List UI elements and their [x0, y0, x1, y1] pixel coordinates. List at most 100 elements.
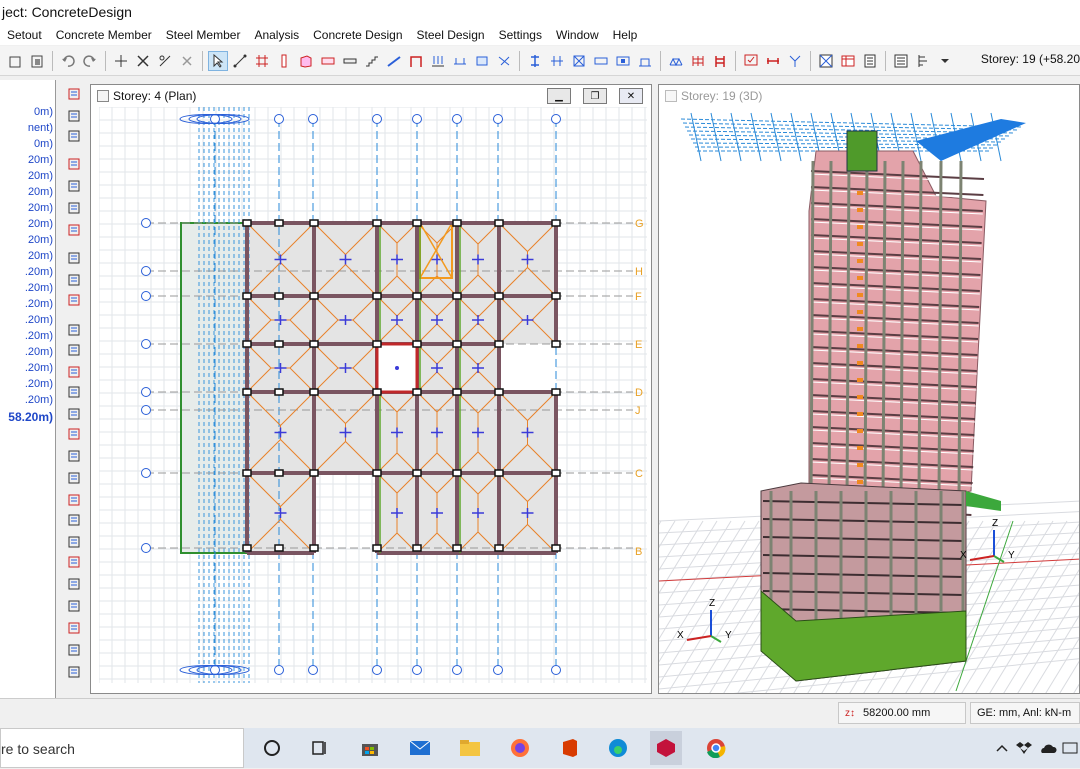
wall-icon[interactable]	[296, 51, 316, 71]
more-dropdown-icon[interactable]	[494, 51, 514, 71]
menu-concrete-member[interactable]: Concrete Member	[49, 28, 159, 42]
file-explorer-icon[interactable]	[456, 734, 484, 762]
slab-icon[interactable]	[318, 51, 338, 71]
storey-tree-item[interactable]: 20m)	[28, 154, 53, 166]
snap-icon[interactable]	[64, 248, 84, 268]
office-icon[interactable]	[556, 734, 584, 762]
menu-analysis[interactable]: Analysis	[247, 28, 306, 42]
column-icon[interactable]	[274, 51, 294, 71]
member-list-icon[interactable]	[64, 340, 84, 360]
align-icon[interactable]	[525, 51, 545, 71]
3d-view-canvas[interactable]: Z X Y Z X Y	[659, 107, 1080, 694]
network-icon[interactable]	[1056, 734, 1080, 762]
restore-button[interactable]: ❐	[583, 88, 607, 104]
layers-icon[interactable]	[64, 270, 84, 290]
storey-tree-item[interactable]: 20m)	[28, 234, 53, 246]
load-icon[interactable]	[428, 51, 448, 71]
pointer-select-icon[interactable]	[208, 50, 228, 71]
menu-help[interactable]: Help	[606, 28, 645, 42]
list-icon[interactable]	[891, 51, 911, 71]
chevron-down-icon[interactable]	[935, 51, 955, 71]
minimize-button[interactable]: ▁	[547, 88, 571, 104]
column-design-icon[interactable]	[785, 51, 805, 71]
storey-tree-item[interactable]: 58.20m)	[8, 410, 53, 424]
chrome-icon[interactable]	[702, 734, 730, 762]
section-icon[interactable]	[591, 51, 611, 71]
edge-icon[interactable]	[604, 734, 632, 762]
storey-tree-item[interactable]: .20m)	[25, 282, 53, 294]
storey-tree-item[interactable]: 0m)	[34, 138, 53, 150]
report-icon[interactable]	[860, 51, 880, 71]
grid-icon[interactable]	[252, 51, 272, 71]
line-icon[interactable]	[230, 51, 250, 71]
member-list-icon[interactable]	[64, 662, 84, 682]
mail-icon[interactable]	[406, 734, 434, 762]
pencil-icon[interactable]	[64, 84, 84, 104]
storey-tree-item[interactable]: .20m)	[25, 394, 53, 406]
task-view-icon[interactable]	[306, 734, 334, 762]
menu-settings[interactable]: Settings	[492, 28, 549, 42]
building-frame-icon[interactable]	[710, 51, 730, 71]
storey-tree-item[interactable]: .20m)	[25, 378, 53, 390]
mirror-icon[interactable]	[547, 51, 567, 71]
zoom-extents-icon[interactable]	[64, 198, 84, 218]
storey-tree-item[interactable]: .20m)	[25, 314, 53, 326]
menu-steel-member[interactable]: Steel Member	[159, 28, 248, 42]
member-list-icon[interactable]	[64, 640, 84, 660]
menu-concrete-design[interactable]: Concrete Design	[306, 28, 409, 42]
storey-tree-item[interactable]: 20m)	[28, 202, 53, 214]
foundation-icon[interactable]	[450, 51, 470, 71]
storey-tree-item[interactable]: 0m)	[34, 106, 53, 118]
zoom-window-icon[interactable]	[64, 154, 84, 174]
member-list-icon[interactable]	[64, 490, 84, 510]
frame-icon[interactable]	[406, 51, 426, 71]
zoom-rotate-icon[interactable]	[64, 176, 84, 196]
close-button[interactable]: ✕	[619, 88, 643, 104]
storey-tree-item[interactable]: 20m)	[28, 170, 53, 182]
member-list-icon[interactable]	[64, 574, 84, 594]
member-list-icon[interactable]	[64, 596, 84, 616]
table-icon[interactable]	[838, 51, 858, 71]
cortana-icon[interactable]	[258, 734, 286, 762]
storey-tree-item[interactable]: .20m)	[25, 346, 53, 358]
storey-select-icon[interactable]	[913, 51, 933, 71]
paste-icon[interactable]	[27, 51, 47, 71]
storey-tree-item[interactable]: 20m)	[28, 218, 53, 230]
storey-tree-item[interactable]: .20m)	[25, 362, 53, 374]
trim-icon[interactable]	[155, 51, 175, 71]
beam-design-icon[interactable]	[763, 51, 783, 71]
store-icon[interactable]	[356, 734, 384, 762]
menu-window[interactable]: Window	[549, 28, 606, 42]
storey-tree-item[interactable]: nent)	[28, 122, 53, 134]
plan-view-canvas[interactable]: G H F E DJ C B	[99, 107, 647, 683]
tee-icon[interactable]	[64, 126, 84, 146]
dimension-icon[interactable]	[64, 290, 84, 310]
storey-tree-item[interactable]: 20m)	[28, 186, 53, 198]
render-icon[interactable]	[816, 51, 836, 71]
member-list-icon[interactable]	[64, 362, 84, 382]
delete-icon[interactable]	[5, 51, 25, 71]
taskbar-search-box[interactable]: re to search	[0, 728, 244, 768]
member-list-icon[interactable]	[64, 468, 84, 488]
member-list-icon[interactable]	[64, 552, 84, 572]
menu-setout[interactable]: Setout	[0, 28, 49, 42]
ramp-icon[interactable]	[384, 51, 404, 71]
member-list-icon[interactable]	[64, 404, 84, 424]
storey-tree-item[interactable]: .20m)	[25, 266, 53, 278]
brace-icon[interactable]	[569, 51, 589, 71]
close-cross-icon[interactable]	[177, 51, 197, 71]
undo-icon[interactable]	[58, 51, 78, 71]
globe-icon[interactable]	[64, 106, 84, 126]
storey-selector[interactable]: Storey: 19 (+58.20	[981, 52, 1080, 66]
area-load-icon[interactable]	[472, 51, 492, 71]
wall-opening-icon[interactable]	[635, 51, 655, 71]
structural-app-icon[interactable]	[650, 731, 682, 765]
firefox-icon[interactable]	[506, 734, 534, 762]
section-cut-icon[interactable]	[64, 320, 84, 340]
stair-icon[interactable]	[362, 51, 382, 71]
storey-tree-item[interactable]: .20m)	[25, 298, 53, 310]
redo-icon[interactable]	[80, 51, 100, 71]
check-icon[interactable]	[741, 51, 761, 71]
storey-tree-item[interactable]: 20m)	[28, 250, 53, 262]
storey-tree-item[interactable]: .20m)	[25, 330, 53, 342]
